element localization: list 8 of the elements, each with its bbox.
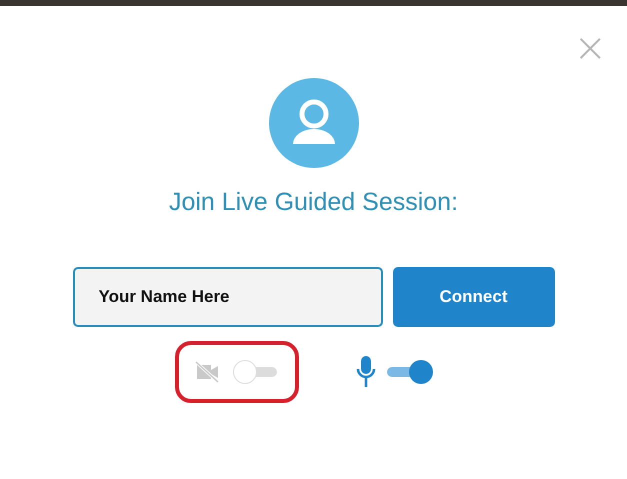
- dialog-title: Join Live Guided Session:: [168, 188, 458, 217]
- avatar-icon: [268, 78, 358, 168]
- toggle-switch[interactable]: [386, 360, 432, 384]
- microphone-icon: [354, 355, 376, 389]
- toggle-switch[interactable]: [232, 360, 278, 384]
- close-button[interactable]: ×: [573, 30, 607, 66]
- connect-button[interactable]: Connect: [392, 267, 554, 327]
- name-field[interactable]: Your Name Here: [72, 267, 382, 327]
